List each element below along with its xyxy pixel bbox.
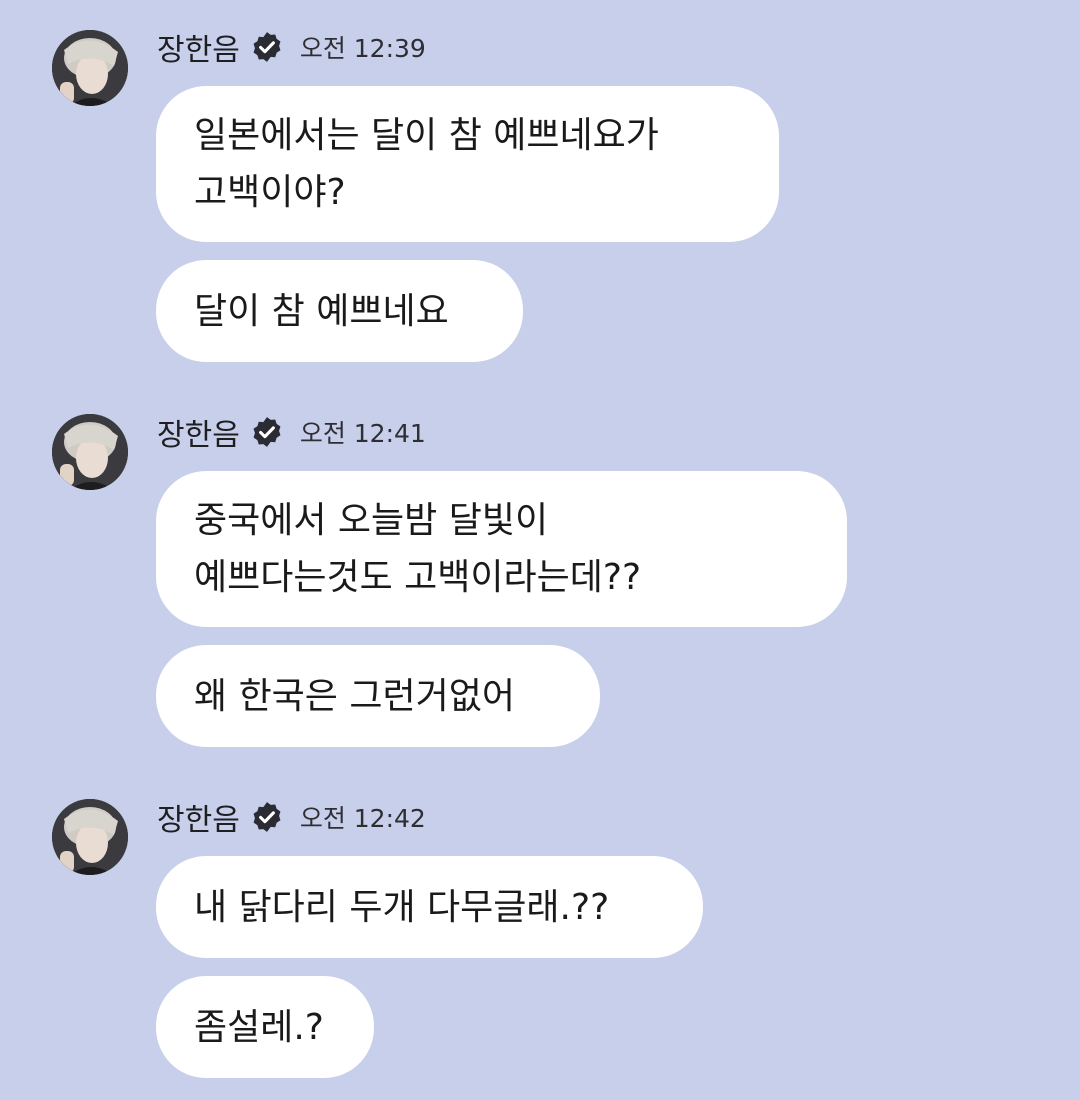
avatar[interactable] [52,414,128,490]
message-text: 내 닭다리 두개 다무글래.?? [194,886,610,928]
verified-badge-icon [253,417,281,447]
timestamp: 오전 12:41 [299,419,426,448]
message-header: 장한음 오전 12:41 [157,410,426,454]
message-bubble[interactable]: 내 닭다리 두개 다무글래.?? [156,856,703,958]
message-header: 장한음 오전 12:39 [157,25,426,69]
message-bubble[interactable]: 중국에서 오늘밤 달빛이 예쁘다는것도 고백이라는데?? [156,471,847,627]
message-bubble[interactable]: 달이 참 예쁘네요 [156,260,523,362]
message-text: 일본에서는 달이 참 예쁘네요가 [194,115,659,156]
message-text: 달이 참 예쁘네요 [194,290,449,332]
avatar[interactable] [52,30,128,106]
sender-name[interactable]: 장한음 [157,25,240,69]
verified-badge-icon [253,32,281,62]
timestamp: 오전 12:39 [299,34,426,63]
message-text: 왜 한국은 그런거없어 [194,675,515,717]
message-text: 고백이야? [194,172,346,213]
sender-name[interactable]: 장한음 [157,410,240,454]
message-bubble[interactable]: 일본에서는 달이 참 예쁘네요가 고백이야? [156,86,779,242]
message-text: 예쁘다는것도 고백이라는데?? [194,557,642,598]
avatar[interactable] [52,799,128,875]
message-text: 중국에서 오늘밤 달빛이 [194,500,549,541]
message-bubble[interactable]: 좀설레.? [156,976,374,1078]
timestamp: 오전 12:42 [299,804,426,833]
message-bubble[interactable]: 왜 한국은 그런거없어 [156,645,600,747]
message-header: 장한음 오전 12:42 [157,795,426,839]
message-text: 좀설레.? [194,1006,324,1048]
sender-name[interactable]: 장한음 [157,795,240,839]
verified-badge-icon [253,802,281,832]
